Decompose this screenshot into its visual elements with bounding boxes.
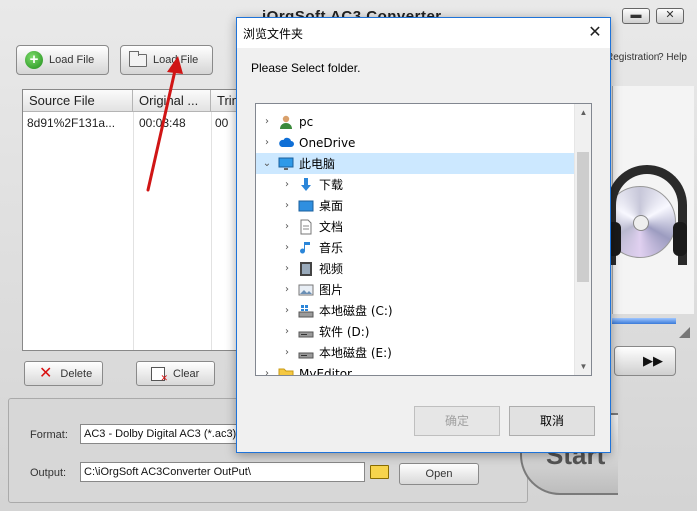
chevron-right-icon[interactable]: › (280, 242, 294, 253)
drive-icon (298, 345, 314, 361)
help-link[interactable]: ? Help (658, 52, 687, 63)
column-divider (211, 112, 212, 350)
chevron-right-icon[interactable]: › (280, 200, 294, 211)
picture-icon (298, 282, 314, 298)
download-icon (298, 177, 314, 193)
column-header-source[interactable]: Source File (23, 90, 133, 112)
tree-item[interactable]: › OneDrive (256, 132, 574, 153)
delete-icon: ✕ (39, 364, 53, 382)
tree-item[interactable]: › 桌面 (256, 195, 574, 216)
file-list-table[interactable]: Source File Original ... Trim 8d91%2F131… (22, 89, 239, 351)
clear-button[interactable]: Clear (136, 361, 215, 386)
headphone-ear-right (673, 222, 687, 256)
ok-button[interactable]: 确定 (414, 406, 500, 436)
folder-icon (278, 366, 294, 375)
dialog-titlebar: 浏览文件夹 ✕ (237, 18, 610, 48)
tree-item-label: 文档 (319, 220, 344, 234)
fast-forward-button[interactable]: ▶▶ (614, 346, 676, 376)
dialog-title: 浏览文件夹 (243, 27, 304, 41)
output-path-field[interactable]: C:\iOrgSoft AC3Converter OutPut\ (80, 462, 365, 482)
delete-button[interactable]: ✕ Delete (24, 361, 103, 386)
chevron-right-icon[interactable]: › (260, 137, 274, 148)
drive-icon (298, 324, 314, 340)
open-button[interactable]: Open (399, 463, 479, 485)
tree-item[interactable]: › 下载 (256, 174, 574, 195)
chevron-right-icon[interactable]: › (280, 326, 294, 337)
tree-item-label: 本地磁盘 (C:) (319, 304, 393, 318)
document-icon (298, 219, 314, 235)
tree-item[interactable]: ⌄ 此电脑 (256, 153, 574, 174)
tree-item[interactable]: › 文档 (256, 216, 574, 237)
chevron-right-icon[interactable]: › (280, 179, 294, 190)
tree-item[interactable]: › MyEditor (256, 363, 574, 376)
tree-item-label: MyEditor (299, 366, 352, 376)
chevron-down-icon[interactable]: ⌄ (260, 158, 274, 169)
tree-item[interactable]: › 音乐 (256, 237, 574, 258)
load-file-label: Load File (49, 54, 95, 66)
load-file-button[interactable]: + Load File (16, 45, 109, 75)
cancel-button[interactable]: 取消 (509, 406, 595, 436)
volume-triangle-icon (679, 327, 690, 338)
user-icon (278, 114, 294, 130)
tree-item-label: 软件 (D:) (319, 325, 370, 339)
table-row-source[interactable]: 8d91%2F131a... (27, 116, 131, 130)
tree-item-label: 视频 (319, 262, 344, 276)
cloud-icon (278, 135, 294, 151)
dialog-close-button[interactable]: ✕ (580, 18, 610, 48)
format-select[interactable]: AC3 - Dolby Digital AC3 (*.ac3) (80, 424, 238, 444)
tree-item[interactable]: › 本地磁盘 (C:) (256, 300, 574, 321)
chevron-right-icon[interactable]: › (280, 347, 294, 358)
video-icon (298, 261, 314, 277)
tree-item[interactable]: › 图片 (256, 279, 574, 300)
tree-item[interactable]: › pc (256, 111, 574, 132)
minimize-button[interactable]: ▬ (622, 8, 650, 24)
desktop-icon (298, 198, 314, 214)
chevron-right-icon[interactable]: › (280, 263, 294, 274)
column-header-trim[interactable]: Trim (211, 90, 239, 112)
folder-tree[interactable]: ▲ ▼ › pc › OneDrive ⌄ 此电脑 › 下载 › 桌面 › 文档 › 音乐 › 视频 › 图片 › 本… (255, 103, 592, 376)
browse-folder-icon[interactable] (370, 465, 389, 479)
tree-item[interactable]: › 软件 (D:) (256, 321, 574, 342)
scroll-down-arrow-icon[interactable]: ▼ (575, 358, 591, 375)
tree-item[interactable]: › 本地磁盘 (E:) (256, 342, 574, 363)
clear-icon (151, 366, 168, 384)
close-icon: ✕ (665, 9, 675, 21)
tree-item-label: 图片 (319, 283, 344, 297)
computer-icon (278, 156, 294, 172)
add-icon: + (25, 51, 43, 69)
browse-folder-dialog: 浏览文件夹 ✕ Please Select folder. ▲ ▼ › pc › On… (236, 17, 611, 453)
tree-scrollbar[interactable]: ▲ ▼ (574, 104, 591, 375)
volume-bar[interactable] (612, 318, 676, 324)
tree-item[interactable]: › 视频 (256, 258, 574, 279)
tree-item-label: 此电脑 (299, 157, 336, 171)
tree-item-label: 音乐 (319, 241, 344, 255)
column-divider (133, 112, 134, 350)
dialog-prompt: Please Select folder. (251, 61, 361, 75)
close-icon: ✕ (588, 24, 602, 41)
output-label: Output: (30, 467, 67, 479)
tree-item-label: 本地磁盘 (E:) (319, 346, 392, 360)
tree-item-label: pc (299, 114, 314, 129)
registration-link[interactable]: Registration (606, 52, 659, 63)
close-window-button[interactable]: ✕ (656, 8, 684, 24)
chevron-right-icon[interactable]: › (280, 305, 294, 316)
tree-item-label: 下载 (319, 178, 344, 192)
chevron-right-icon[interactable]: › (260, 116, 274, 127)
red-pointer-arrow (146, 56, 183, 192)
delete-label: Delete (60, 367, 93, 380)
format-label: Format: (30, 429, 68, 441)
fast-forward-icon: ▶▶ (643, 353, 663, 368)
chevron-right-icon[interactable]: › (260, 368, 274, 375)
table-row-trim[interactable]: 00 (215, 116, 237, 130)
scroll-thumb[interactable] (577, 152, 589, 282)
scroll-up-arrow-icon[interactable]: ▲ (575, 104, 591, 121)
chevron-right-icon[interactable]: › (280, 284, 294, 295)
minimize-icon: ▬ (630, 9, 642, 21)
tree-item-label: OneDrive (299, 135, 356, 150)
clear-label: Clear (173, 367, 200, 380)
system-drive-icon (298, 303, 314, 319)
chevron-right-icon[interactable]: › (280, 221, 294, 232)
music-icon (298, 240, 314, 256)
tree-item-label: 桌面 (319, 199, 344, 213)
